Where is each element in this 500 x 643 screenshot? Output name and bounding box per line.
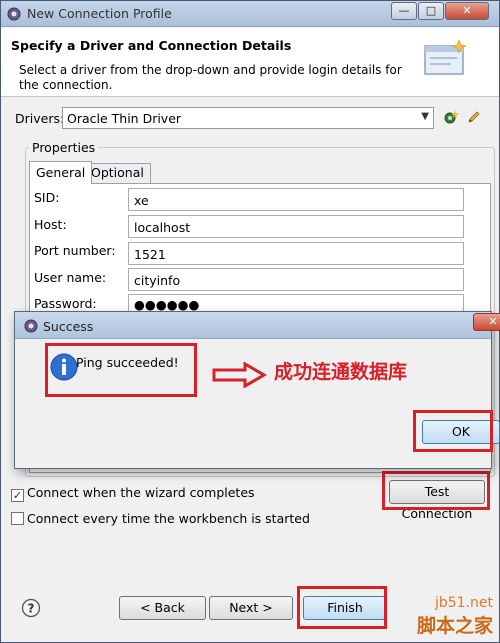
success-dialog-title: Success	[43, 319, 94, 334]
next-button[interactable]: Next >	[209, 596, 293, 620]
connect-every-time-label: Connect every time the workbench is star…	[27, 511, 310, 526]
connect-every-time-option[interactable]: Connect every time the workbench is star…	[11, 511, 310, 526]
sid-label: SID:	[34, 190, 60, 205]
connect-when-complete-checkbox[interactable]: ✓	[11, 489, 24, 502]
annotation-text: 成功连通数据库	[274, 361, 408, 383]
wizard-description: Select a driver from the drop-down and p…	[19, 63, 402, 92]
close-button[interactable]: ✕	[445, 2, 489, 20]
new-driver-definition-icon[interactable]	[443, 109, 459, 125]
wizard-banner-icon	[424, 39, 468, 75]
back-button[interactable]: < Back	[119, 596, 206, 620]
watermark: jb51.net 脚本之家	[417, 595, 493, 638]
arrow-right-icon	[212, 362, 267, 388]
chevron-down-icon: ▼	[421, 111, 429, 122]
help-icon[interactable]: ?	[21, 598, 41, 618]
drivers-label: Drivers:	[15, 111, 65, 126]
wizard-title: Specify a Driver and Connection Details	[11, 38, 292, 53]
eclipse-gear-icon	[24, 319, 38, 333]
minimize-button[interactable]: —	[391, 2, 417, 20]
maximize-button[interactable]: □	[418, 2, 444, 20]
connect-when-complete-option[interactable]: ✓ Connect when the wizard completes	[11, 485, 255, 502]
properties-group-label: Properties	[29, 140, 99, 155]
window-title-bar[interactable]: New Connection Profile — □ ✕	[1, 1, 499, 27]
tab-general[interactable]: General	[29, 161, 93, 184]
connect-every-time-checkbox[interactable]	[11, 512, 24, 525]
sid-field[interactable]: xe	[128, 188, 464, 211]
watermark-url: jb51.net	[434, 595, 493, 611]
tab-optional[interactable]: Optional	[84, 163, 151, 183]
password-label: Password:	[34, 296, 97, 311]
user-name-field[interactable]: cityinfo	[128, 268, 464, 291]
success-dialog-title-bar[interactable]: Success	[15, 312, 491, 339]
connect-when-complete-label: Connect when the wizard completes	[27, 485, 255, 500]
drivers-dropdown[interactable]: Oracle Thin Driver ▼	[62, 107, 434, 129]
test-connection-highlight	[382, 471, 490, 510]
host-label: Host:	[34, 217, 67, 232]
wizard-header: Specify a Driver and Connection Details …	[1, 28, 499, 97]
watermark-name: 脚本之家	[416, 615, 493, 637]
success-dialog-close-button[interactable]: ✕	[473, 313, 500, 331]
message-highlight	[45, 343, 197, 397]
success-message: Ping succeeded!	[76, 355, 179, 370]
eclipse-gear-icon	[7, 7, 21, 21]
window-title: New Connection Profile	[27, 6, 172, 21]
edit-driver-definition-icon[interactable]	[466, 109, 482, 125]
success-dialog: Success ✕ Ping succeeded! 成功连通数据库 OK	[14, 311, 500, 469]
port-number-field[interactable]: 1521	[128, 242, 464, 265]
svg-text:?: ?	[28, 602, 35, 616]
drivers-selected-value: Oracle Thin Driver	[67, 111, 182, 126]
user-name-label: User name:	[34, 270, 107, 285]
host-field[interactable]: localhost	[128, 215, 464, 238]
port-number-label: Port number:	[34, 243, 116, 258]
finish-highlight	[297, 586, 387, 629]
password-field[interactable]: ●●●●●●	[128, 294, 464, 312]
ok-highlight	[413, 410, 493, 452]
